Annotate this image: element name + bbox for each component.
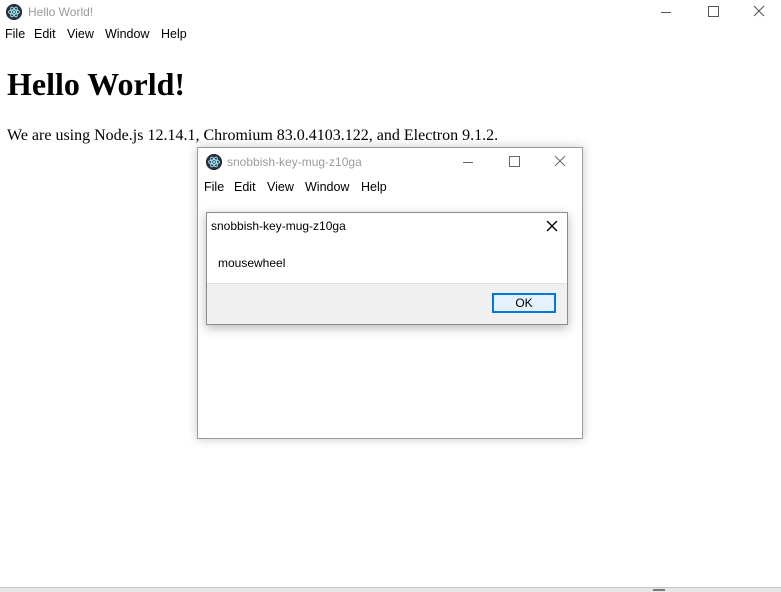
menu-view[interactable]: View bbox=[67, 27, 94, 41]
child-menu-window[interactable]: Window bbox=[305, 180, 349, 194]
child-menu-help[interactable]: Help bbox=[361, 180, 387, 194]
maximize-icon bbox=[509, 156, 520, 167]
dialog-title: snobbish-key-mug-z10ga bbox=[211, 219, 346, 233]
minimize-icon bbox=[661, 12, 671, 13]
menu-help[interactable]: Help bbox=[161, 27, 187, 41]
minimize-icon bbox=[463, 162, 473, 163]
menu-edit[interactable]: Edit bbox=[34, 27, 56, 41]
child-maximize-button[interactable] bbox=[499, 151, 529, 173]
close-icon bbox=[753, 5, 765, 17]
dialog-footer: OK bbox=[207, 283, 567, 324]
close-icon bbox=[554, 155, 566, 167]
menu-window[interactable]: Window bbox=[105, 27, 149, 41]
child-close-button[interactable] bbox=[545, 151, 575, 173]
menu-file[interactable]: File bbox=[5, 27, 25, 41]
close-icon bbox=[546, 220, 558, 232]
dialog-message: mousewheel bbox=[218, 256, 286, 270]
child-title-bar[interactable]: snobbish-key-mug-z10ga bbox=[198, 148, 582, 176]
electron-app-icon bbox=[6, 4, 22, 20]
child-window: snobbish-key-mug-z10ga File Edit View Wi… bbox=[197, 147, 583, 439]
ok-button[interactable]: OK bbox=[492, 293, 556, 313]
electron-app-icon bbox=[206, 154, 222, 170]
minimize-button[interactable] bbox=[651, 1, 681, 23]
child-menu-view[interactable]: View bbox=[267, 180, 294, 194]
dialog-close-button[interactable] bbox=[541, 216, 563, 236]
child-menu-edit[interactable]: Edit bbox=[234, 180, 256, 194]
main-title-bar[interactable]: Hello World! bbox=[0, 0, 781, 24]
bottom-scrollbar[interactable] bbox=[0, 587, 781, 592]
child-window-title: snobbish-key-mug-z10ga bbox=[227, 155, 362, 169]
close-button[interactable] bbox=[744, 1, 774, 23]
main-window-title: Hello World! bbox=[28, 5, 94, 19]
child-minimize-button[interactable] bbox=[453, 151, 483, 173]
maximize-button[interactable] bbox=[698, 1, 728, 23]
version-text: We are using Node.js 12.14.1, Chromium 8… bbox=[7, 127, 499, 144]
page-heading: Hello World! bbox=[7, 66, 186, 102]
child-menu-bar: File Edit View Window Help bbox=[198, 180, 582, 200]
message-dialog: snobbish-key-mug-z10ga mousewheel OK bbox=[206, 212, 568, 325]
maximize-icon bbox=[708, 6, 719, 17]
child-menu-file[interactable]: File bbox=[204, 180, 224, 194]
